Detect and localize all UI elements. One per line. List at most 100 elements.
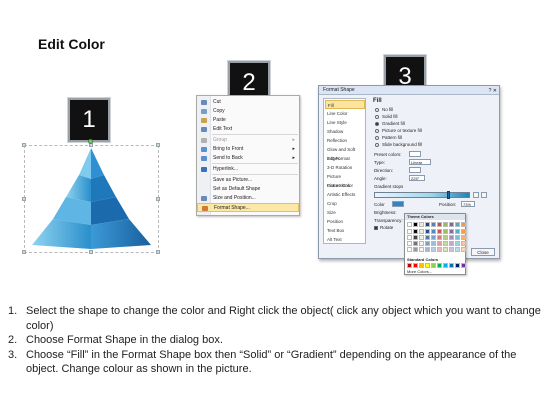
standard-color-swatch[interactable] — [455, 263, 460, 268]
menu-item-hyperlink[interactable]: Hyperlink... — [197, 165, 299, 174]
theme-color-swatch[interactable] — [461, 222, 466, 227]
menu-item-edit-text[interactable]: Edit Text — [197, 125, 299, 134]
theme-color-swatch[interactable] — [437, 235, 442, 240]
theme-color-swatch[interactable] — [443, 235, 448, 240]
fill-radio-pattern-fill[interactable] — [375, 136, 379, 140]
theme-color-swatch[interactable] — [419, 222, 424, 227]
theme-color-swatch[interactable] — [443, 229, 448, 234]
angle-input[interactable]: 225° — [409, 175, 425, 181]
category-picture-color[interactable]: Picture Color — [325, 181, 365, 190]
fill-radio-slide-background-fill[interactable] — [375, 143, 379, 147]
standard-color-swatch[interactable] — [413, 263, 418, 268]
category-shadow[interactable]: Shadow — [325, 127, 365, 136]
theme-color-swatch[interactable] — [449, 229, 454, 234]
theme-color-swatch[interactable] — [413, 229, 418, 234]
fill-radio-gradient-fill[interactable] — [375, 122, 379, 126]
gradient-stop-handle[interactable] — [447, 191, 450, 199]
theme-color-swatch[interactable] — [455, 222, 460, 227]
theme-color-swatch[interactable] — [461, 241, 466, 246]
menu-item-format-shape[interactable]: Format Shape... — [197, 203, 299, 212]
pyramid-shape-panel[interactable] — [22, 139, 160, 254]
theme-color-swatch[interactable] — [407, 235, 412, 240]
category-fill[interactable]: Fill — [325, 100, 365, 109]
theme-color-swatch[interactable] — [455, 235, 460, 240]
standard-color-swatch[interactable] — [425, 263, 430, 268]
theme-color-swatch[interactable] — [455, 229, 460, 234]
category-3-d-format[interactable]: 3-D Format — [325, 154, 365, 163]
menu-item-copy[interactable]: Copy — [197, 107, 299, 116]
pyramid-shape[interactable] — [24, 145, 159, 253]
theme-color-swatch[interactable] — [425, 229, 430, 234]
theme-color-swatch[interactable] — [407, 229, 412, 234]
theme-color-swatch[interactable] — [443, 222, 448, 227]
category-glow-and-soft-edges[interactable]: Glow and Soft Edges — [325, 145, 365, 161]
theme-color-swatch[interactable] — [431, 241, 436, 246]
fill-radio-solid-fill[interactable] — [375, 115, 379, 119]
theme-color-swatch[interactable] — [437, 222, 442, 227]
standard-color-swatch[interactable] — [437, 263, 442, 268]
theme-color-swatch[interactable] — [413, 222, 418, 227]
theme-color-swatch[interactable] — [431, 235, 436, 240]
resize-handle[interactable] — [156, 197, 160, 201]
theme-color-swatch[interactable] — [443, 241, 448, 246]
theme-color-swatch[interactable] — [413, 235, 418, 240]
theme-color-swatch[interactable] — [419, 241, 424, 246]
category-text-box[interactable]: Text Box — [325, 226, 365, 235]
resize-handle[interactable] — [22, 250, 26, 254]
category-line-color[interactable]: Line Color — [325, 109, 365, 118]
theme-color-swatch[interactable] — [419, 235, 424, 240]
menu-item-group[interactable]: Group ▸ — [197, 136, 299, 145]
position-input[interactable]: 73% — [461, 201, 475, 207]
type-select[interactable]: Linear — [409, 159, 431, 165]
category-size[interactable]: Size — [325, 208, 365, 217]
standard-color-swatch[interactable] — [449, 263, 454, 268]
theme-color-swatch[interactable] — [413, 247, 418, 252]
theme-color-swatch[interactable] — [431, 229, 436, 234]
theme-color-swatch[interactable] — [431, 247, 436, 252]
fill-radio-picture-or-texture-fill[interactable] — [375, 129, 379, 133]
theme-color-swatch[interactable] — [461, 229, 466, 234]
rotate-handle[interactable] — [88, 139, 93, 144]
resize-handle[interactable] — [156, 143, 160, 147]
standard-color-swatch[interactable] — [431, 263, 436, 268]
menu-item-paste[interactable]: Paste — [197, 116, 299, 125]
theme-color-swatch[interactable] — [437, 241, 442, 246]
theme-color-swatch[interactable] — [425, 247, 430, 252]
window-controls[interactable]: ? ✕ — [489, 87, 497, 96]
standard-color-swatch[interactable] — [407, 263, 412, 268]
remove-stop-icon[interactable] — [481, 192, 487, 198]
gradient-stops-bar[interactable] — [374, 192, 470, 198]
category-alt-text[interactable]: Alt Text — [325, 235, 365, 244]
menu-item-set-as-default-shape[interactable]: Set as Default Shape — [197, 185, 299, 194]
preset-colors-dropdown[interactable] — [409, 151, 421, 157]
category-picture-corrections[interactable]: Picture Corrections — [325, 172, 365, 188]
theme-color-swatch[interactable] — [449, 241, 454, 246]
theme-color-swatch[interactable] — [425, 235, 430, 240]
theme-color-swatch[interactable] — [437, 229, 442, 234]
theme-color-swatch[interactable] — [431, 222, 436, 227]
theme-color-swatch[interactable] — [407, 247, 412, 252]
category-artistic-effects[interactable]: Artistic Effects — [325, 190, 365, 199]
category-line-style[interactable]: Line Style — [325, 118, 365, 127]
category-crop[interactable]: Crop — [325, 199, 365, 208]
direction-dropdown[interactable] — [409, 167, 421, 173]
theme-color-swatch[interactable] — [419, 247, 424, 252]
theme-color-swatch[interactable] — [461, 235, 466, 240]
theme-color-swatch[interactable] — [455, 247, 460, 252]
theme-color-swatch[interactable] — [455, 241, 460, 246]
fill-radio-no-fill[interactable] — [375, 108, 379, 112]
theme-color-swatch[interactable] — [425, 222, 430, 227]
standard-color-swatch[interactable] — [443, 263, 448, 268]
theme-color-swatch[interactable] — [461, 247, 466, 252]
theme-color-swatch[interactable] — [443, 247, 448, 252]
theme-color-swatch[interactable] — [449, 247, 454, 252]
theme-color-swatch[interactable] — [413, 241, 418, 246]
menu-item-size-and-position[interactable]: Size and Position... — [197, 194, 299, 203]
category-3-d-rotation[interactable]: 3-D Rotation — [325, 163, 365, 172]
resize-handle[interactable] — [22, 197, 26, 201]
standard-color-swatch[interactable] — [419, 263, 424, 268]
resize-handle[interactable] — [156, 250, 160, 254]
add-stop-icon[interactable] — [473, 192, 479, 198]
menu-item-cut[interactable]: Cut — [197, 98, 299, 107]
category-position[interactable]: Position — [325, 217, 365, 226]
